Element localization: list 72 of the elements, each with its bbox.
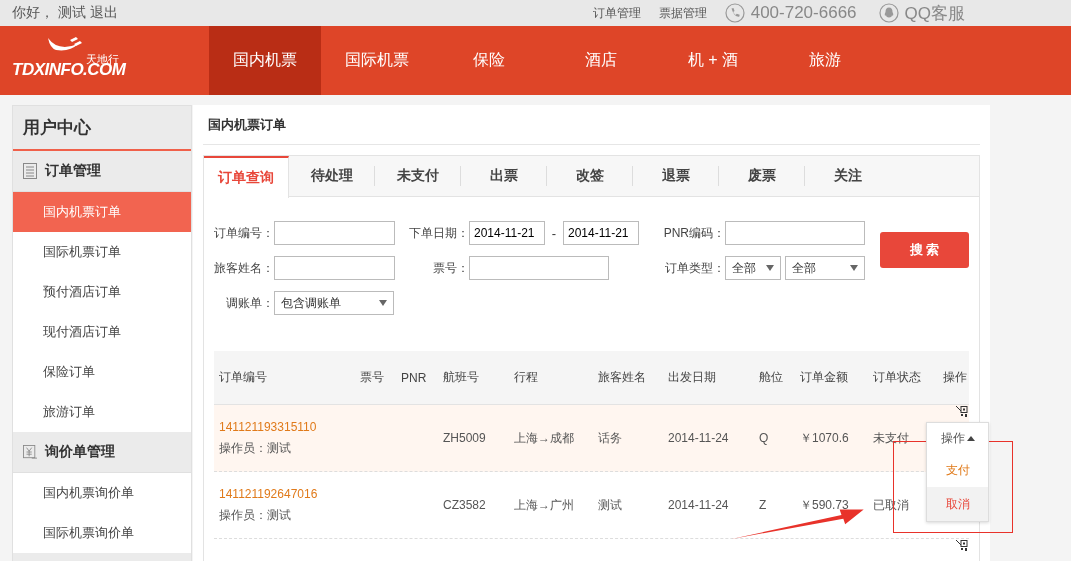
column-header: 订单金额 [799,369,849,386]
field-label: 调账单： [225,294,274,312]
date-field[interactable]: 2014-11-21 [563,221,639,245]
field-label: 订单编号： [214,224,274,242]
table-cell: 测试 [598,497,622,512]
date-field[interactable]: 2014-11-21 [469,221,545,245]
column-header: 舱位 [758,369,784,386]
sidebar-item[interactable]: 国际机票订单 [13,232,191,272]
select-field[interactable]: 包含调账单 [274,291,394,315]
logo: TDXINFO.COM 天地行 [0,26,209,95]
sidebar-item[interactable]: 预付酒店订单 [13,272,191,312]
column-header: 订单编号 [218,369,268,386]
table-cell: CZ3582 [443,498,486,512]
menu-item[interactable]: 取消 [927,487,988,521]
table-cell: 2014-11-24 [668,498,729,512]
logout-link[interactable]: 退出 [90,4,118,22]
nav-item[interactable]: 机 + 酒 [657,26,769,95]
sidebar-title: 用户中心 [13,106,191,151]
tab[interactable]: 退票 [632,166,718,186]
greeting-text: 你好， [12,4,54,22]
nav-item[interactable]: 国际机票 [321,26,433,95]
top-link[interactable]: 订单管理 [592,4,641,22]
field-label: 旅客姓名： [214,259,274,277]
tab[interactable]: 待处理 [289,166,374,186]
field-label: 下单日期： [408,224,469,242]
tab[interactable]: 改签 [546,166,632,186]
select-field[interactable]: 全部 [725,256,781,280]
tab[interactable]: 废票 [718,166,804,186]
nav-item[interactable]: 保险 [433,26,545,95]
nav-item[interactable]: 酒店 [545,26,657,95]
table-cell: Z [759,498,767,512]
column-header: 行程 [513,369,539,386]
table-cell: 2014-11-24 [668,431,729,445]
field-label: 订单类型： [664,259,725,277]
sidebar-item[interactable]: 国内机票询价单 [13,473,191,513]
column-header: 票号 [359,369,385,386]
table-cell: ￥590.73 [800,497,849,512]
table-cell: Q [759,431,769,445]
tab[interactable]: 关注 [804,166,890,186]
column-header: PNR [400,370,428,385]
phone-number: 400-720-6666 [750,3,857,23]
select-field[interactable]: 全部 [785,256,865,280]
user-name: 测试 [58,4,86,22]
table-cell: ￥1070.6 [800,430,849,445]
column-header: 旅客姓名 [597,369,647,386]
field-label: 票号： [432,259,469,277]
sidebar-group[interactable]: 订单管理 [13,151,191,192]
field-label: PNR编码： [662,224,725,242]
tab[interactable]: 订单查询 [204,155,289,198]
sidebar-item[interactable]: 国际机票询价单 [13,513,191,553]
column-header: 出发日期 [667,369,717,386]
nav-item[interactable]: 旅游 [769,26,881,95]
table-cell: 上海→广州 [514,497,574,512]
nav-item[interactable]: 国内机票 [209,26,321,95]
operator-text: 操作员：测试 [219,506,292,524]
tab[interactable]: 未支付 [374,166,460,186]
top-link[interactable]: 票据管理 [658,4,707,22]
search-button[interactable]: 搜 索 [880,232,969,268]
table-cell: ZH5009 [443,431,486,445]
sidebar-item[interactable]: 旅游订单 [13,392,191,432]
tab[interactable]: 出票 [460,166,546,186]
sidebar-item[interactable]: 现付酒店订单 [13,312,191,352]
range-separator: - [550,225,558,241]
sidebar-group[interactable]: 询价单管理 [13,432,191,473]
operator-text: 操作员：测试 [219,439,292,457]
table-cell: 话务 [598,430,622,445]
column-header: 操作 [942,369,968,386]
page-title: 国内机票订单 [208,115,286,134]
sidebar-item[interactable]: 保险订单 [13,352,191,392]
table-cell: 上海→成都 [514,430,574,445]
column-header: 订单状态 [872,369,922,386]
column-header: 航班号 [442,369,480,386]
